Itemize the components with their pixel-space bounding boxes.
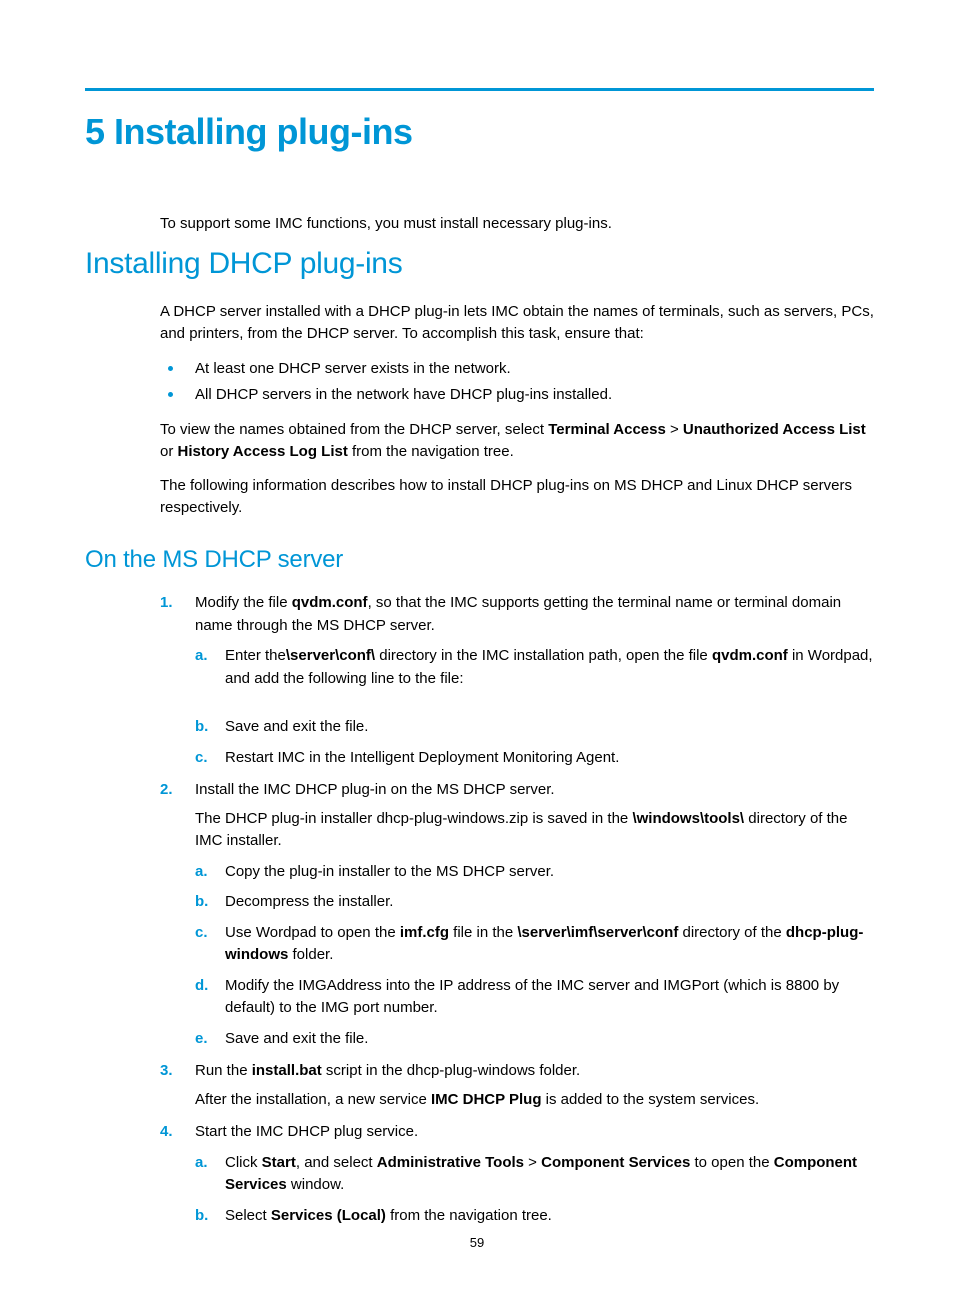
step1-sub: Enter the\server\conf\ directory in the … bbox=[195, 645, 874, 769]
step3-sub: After the installation, a new service IM… bbox=[195, 1089, 874, 1112]
text: file in the bbox=[449, 924, 517, 941]
bold: History Access Log List bbox=[178, 443, 348, 460]
text: directory of the bbox=[678, 924, 786, 941]
bold: Terminal Access bbox=[548, 421, 666, 438]
substep: Select Services (Local) from the navigat… bbox=[195, 1205, 874, 1228]
substep: Modify the IMGAddress into the IP addres… bbox=[195, 975, 874, 1020]
substep: Save and exit the file. bbox=[195, 716, 874, 739]
text: To view the names obtained from the DHCP… bbox=[160, 421, 548, 438]
step2-sub: The DHCP plug-in installer dhcp-plug-win… bbox=[195, 808, 874, 853]
subsection-ms-dhcp: On the MS DHCP server bbox=[85, 546, 874, 574]
bullet-item: All DHCP servers in the network have DHC… bbox=[160, 382, 874, 408]
text: folder. bbox=[288, 946, 333, 963]
substep: Copy the plug-in installer to the MS DHC… bbox=[195, 861, 874, 884]
text: The DHCP plug-in installer dhcp-plug-win… bbox=[195, 810, 632, 827]
text: Enter the bbox=[225, 647, 286, 664]
text: window. bbox=[287, 1176, 345, 1193]
text: Run the bbox=[195, 1062, 252, 1079]
bold: Unauthorized Access List bbox=[683, 421, 866, 438]
top-rule bbox=[85, 88, 874, 91]
page-content: 5 Installing plug-ins To support some IM… bbox=[0, 0, 954, 1227]
page-number: 59 bbox=[0, 1235, 954, 1250]
step-3: Run the install.bat script in the dhcp-p… bbox=[160, 1060, 874, 1111]
text: or bbox=[160, 443, 178, 460]
intro-block: To support some IMC functions, you must … bbox=[85, 213, 874, 235]
text: Click bbox=[225, 1154, 262, 1171]
text: script in the dhcp-plug-windows folder. bbox=[322, 1062, 580, 1079]
substep: Decompress the installer. bbox=[195, 891, 874, 914]
text: > bbox=[524, 1154, 541, 1171]
text: from the navigation tree. bbox=[386, 1207, 552, 1224]
section1-body: A DHCP server installed with a DHCP plug… bbox=[85, 301, 874, 519]
bold: imf.cfg bbox=[400, 924, 449, 941]
bold: \server\imf\server\conf bbox=[517, 924, 678, 941]
step-1: Modify the file qvdm.conf, so that the I… bbox=[160, 592, 874, 769]
bold: qvdm.conf bbox=[712, 647, 788, 664]
text: After the installation, a new service bbox=[195, 1091, 431, 1108]
bold: Administrative Tools bbox=[377, 1154, 524, 1171]
bold: Services (Local) bbox=[271, 1207, 386, 1224]
numbered-steps: Modify the file qvdm.conf, so that the I… bbox=[160, 592, 874, 1227]
bold: \windows\tools\ bbox=[632, 810, 744, 827]
bold: \server\conf\ bbox=[286, 647, 375, 664]
section1-p3: The following information describes how … bbox=[160, 475, 874, 519]
text: , and select bbox=[296, 1154, 377, 1171]
step4-sublist: Click Start, and select Administrative T… bbox=[195, 1152, 874, 1228]
text: Modify the file bbox=[195, 594, 292, 611]
bold: Start bbox=[262, 1154, 296, 1171]
substep: Use Wordpad to open the imf.cfg file in … bbox=[195, 922, 874, 967]
step2-sublist: Copy the plug-in installer to the MS DHC… bbox=[195, 861, 874, 1051]
section1-p2: To view the names obtained from the DHCP… bbox=[160, 419, 874, 463]
section1-p1: A DHCP server installed with a DHCP plug… bbox=[160, 301, 874, 345]
bold: Component Services bbox=[541, 1154, 690, 1171]
section-installing-dhcp: Installing DHCP plug-ins bbox=[85, 247, 874, 281]
substep: Save and exit the file. bbox=[195, 1028, 874, 1051]
section2-body: Modify the file qvdm.conf, so that the I… bbox=[85, 592, 874, 1227]
bold: install.bat bbox=[252, 1062, 322, 1079]
substep: Restart IMC in the Intelligent Deploymen… bbox=[195, 747, 874, 770]
text: Select bbox=[225, 1207, 271, 1224]
section1-bullets: At least one DHCP server exists in the n… bbox=[160, 356, 874, 407]
intro-text: To support some IMC functions, you must … bbox=[160, 213, 874, 235]
substep: Click Start, and select Administrative T… bbox=[195, 1152, 874, 1197]
substep: Enter the\server\conf\ directory in the … bbox=[195, 645, 874, 708]
text: Use Wordpad to open the bbox=[225, 924, 400, 941]
text: is added to the system services. bbox=[542, 1091, 760, 1108]
text: > bbox=[666, 421, 683, 438]
step-4: Start the IMC DHCP plug service. Click S… bbox=[160, 1121, 874, 1227]
chapter-title: 5 Installing plug-ins bbox=[85, 111, 874, 153]
step-2: Install the IMC DHCP plug-in on the MS D… bbox=[160, 779, 874, 1050]
bold: IMC DHCP Plug bbox=[431, 1091, 542, 1108]
text: Install the IMC DHCP plug-in on the MS D… bbox=[195, 781, 555, 798]
bold: qvdm.conf bbox=[292, 594, 368, 611]
bullet-item: At least one DHCP server exists in the n… bbox=[160, 356, 874, 382]
text: directory in the IMC installation path, … bbox=[375, 647, 712, 664]
text: Start the IMC DHCP plug service. bbox=[195, 1123, 418, 1140]
text: from the navigation tree. bbox=[348, 443, 514, 460]
text: to open the bbox=[690, 1154, 773, 1171]
